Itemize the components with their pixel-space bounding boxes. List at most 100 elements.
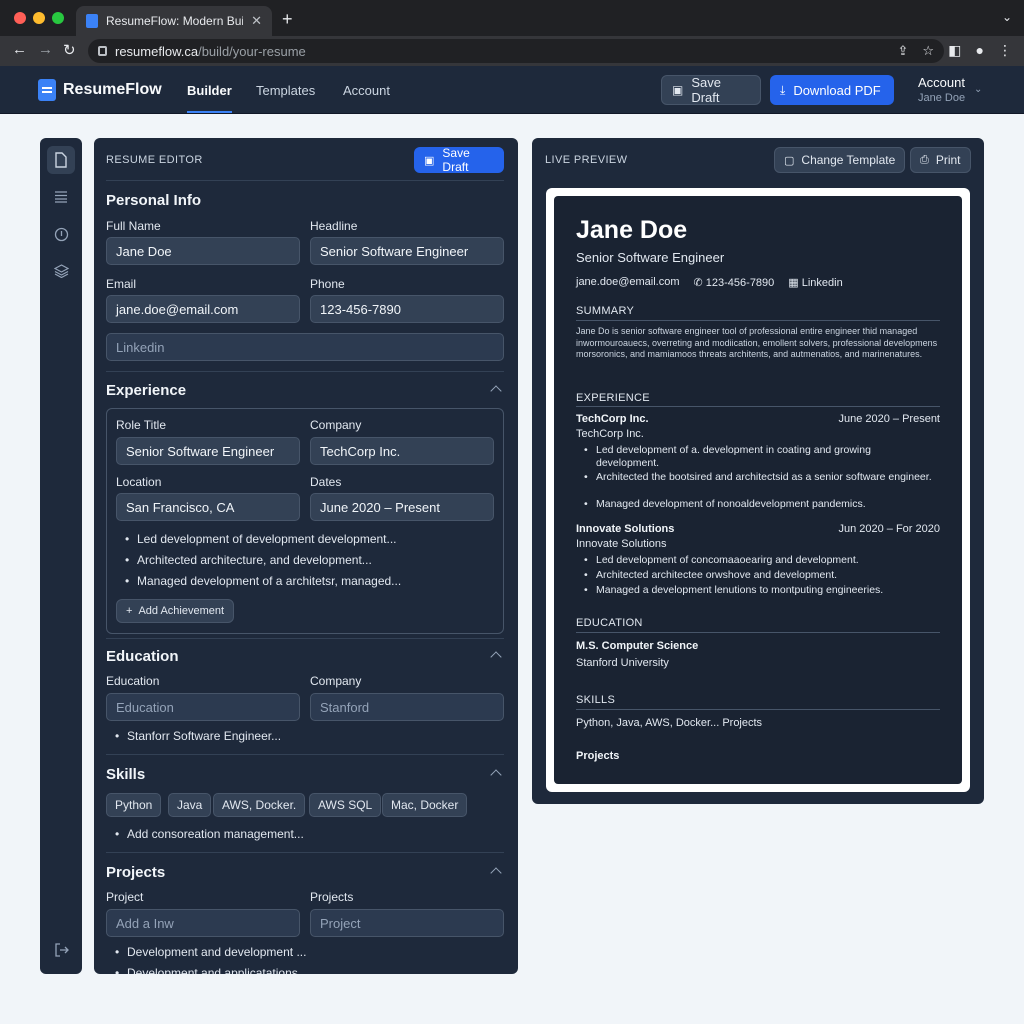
- chevron-up-icon[interactable]: [490, 769, 502, 781]
- resume-headline: Senior Software Engineer: [576, 250, 725, 265]
- tab-title: ResumeFlow: Modern Builder: [106, 14, 244, 28]
- plus-icon: +: [126, 605, 133, 617]
- layers-icon[interactable]: [47, 257, 75, 285]
- print-button[interactable]: ⎙ Print: [910, 147, 971, 173]
- maximize-window-button[interactable]: [52, 12, 64, 24]
- resume-page: Jane Doe Senior Software Engineer jane.d…: [546, 188, 970, 792]
- sidepanel-icon[interactable]: ◧: [948, 42, 961, 59]
- education-company-input[interactable]: Stanford: [310, 693, 504, 721]
- document-icon[interactable]: [47, 146, 75, 174]
- phone-icon: ✆: [693, 277, 706, 289]
- dates-input[interactable]: June 2020 – Present: [310, 493, 494, 521]
- chevron-up-icon[interactable]: [490, 385, 502, 397]
- project-input[interactable]: Add a Inw: [106, 909, 300, 937]
- skills-heading: SKILLS: [576, 694, 616, 706]
- full-name-input[interactable]: Jane Doe: [106, 237, 300, 265]
- projects-bullet[interactable]: Development and development ...: [115, 945, 306, 959]
- role-title-input[interactable]: Senior Software Engineer: [116, 437, 300, 465]
- education-heading: EDUCATION: [576, 617, 643, 629]
- job-subtitle: TechCorp Inc.: [576, 428, 644, 440]
- projects-input[interactable]: Project: [310, 909, 504, 937]
- download-pdf-label: Download PDF: [793, 82, 881, 98]
- headline-input[interactable]: Senior Software Engineer: [310, 237, 504, 265]
- company-label: Company: [310, 418, 362, 432]
- download-icon: ⤓: [780, 82, 786, 97]
- experience-bullet[interactable]: Architected architecture, and developmen…: [125, 553, 372, 567]
- change-template-button[interactable]: ▢ Change Template: [774, 147, 906, 173]
- projects-title: Projects: [106, 864, 166, 881]
- skills-bullet[interactable]: Add consoreation management...: [115, 827, 304, 841]
- projects-bullet[interactable]: Development and applicatations...: [115, 966, 308, 974]
- change-template-label: Change Template: [801, 153, 896, 167]
- resume-name: Jane Doe: [576, 216, 688, 244]
- personal-info-title: Personal Info: [106, 192, 202, 209]
- email-input[interactable]: jane.doe@email.com: [106, 295, 300, 323]
- tab-search-chevron-icon[interactable]: ⌄: [1002, 10, 1012, 24]
- skill-chip[interactable]: AWS, Docker.: [213, 793, 306, 817]
- job-bullet: Architected the bootsired and architects…: [584, 471, 936, 484]
- divider: [106, 852, 504, 853]
- resume-email: jane.doe@email.com: [576, 276, 680, 288]
- resume-skills: Python, Java, AWS, Docker... Projects: [576, 717, 763, 729]
- divider: [576, 632, 940, 633]
- location-label: Location: [116, 475, 162, 489]
- nav-account[interactable]: Account: [343, 83, 390, 98]
- lock-icon: [98, 46, 107, 56]
- address-bar[interactable]: resumeflow.ca /build/your-resume ⇪ ☆: [88, 39, 944, 63]
- summary-heading: SUMMARY: [576, 305, 635, 317]
- account-label: Account: [918, 75, 965, 90]
- experience-title: Experience: [106, 382, 187, 399]
- job-bullet: Led development of concomaaoearirg and d…: [584, 554, 936, 567]
- app-header: ResumeFlow Builder Templates Account ▣ S…: [0, 66, 1024, 114]
- browser-menu-icon[interactable]: ⋮: [998, 42, 1012, 59]
- template-icon: ▢: [784, 154, 795, 167]
- skill-chip[interactable]: Mac, Docker: [382, 793, 468, 817]
- job-bullet: Architected architectee orwshove and dev…: [584, 569, 936, 582]
- browser-tab[interactable]: ResumeFlow: Modern Builder ✕: [76, 6, 272, 36]
- close-tab-icon[interactable]: ✕: [251, 13, 262, 29]
- experience-bullet[interactable]: Managed development of a architetsr, man…: [125, 574, 401, 588]
- back-arrow-icon[interactable]: ←: [12, 41, 27, 58]
- share-icon[interactable]: ⇪: [897, 43, 908, 59]
- editor-title: RESUME EDITOR: [106, 154, 203, 166]
- bookmark-star-icon[interactable]: ☆: [922, 43, 934, 59]
- divider: [576, 320, 940, 321]
- minimize-window-button[interactable]: [33, 12, 45, 24]
- resume-editor-panel: RESUME EDITOR ▣ Save Draft Personal Info…: [94, 138, 518, 974]
- chevron-up-icon[interactable]: [490, 651, 502, 663]
- editor-save-draft-button[interactable]: ▣ Save Draft: [414, 146, 504, 174]
- skill-chip[interactable]: Python: [106, 793, 162, 817]
- dates-label: Dates: [310, 475, 342, 489]
- account-menu[interactable]: Account Jane Doe: [918, 75, 965, 104]
- info-icon[interactable]: [47, 220, 75, 248]
- new-tab-button[interactable]: +: [282, 9, 293, 30]
- education-bullet[interactable]: Stanforr Software Engineer...: [115, 729, 281, 743]
- experience-bullet[interactable]: Led development of development developme…: [125, 532, 396, 546]
- close-window-button[interactable]: [14, 12, 26, 24]
- icon-sidebar: [40, 138, 82, 974]
- list-icon[interactable]: [47, 183, 75, 211]
- chevron-up-icon[interactable]: [490, 867, 502, 879]
- resume-school: Stanford University: [576, 657, 669, 669]
- download-pdf-button[interactable]: ⤓ Download PDF: [770, 75, 894, 105]
- logout-icon[interactable]: [47, 936, 75, 964]
- nav-templates[interactable]: Templates: [256, 83, 315, 98]
- resume-content: Jane Doe Senior Software Engineer jane.d…: [554, 196, 962, 784]
- header-save-draft-button[interactable]: ▣ Save Draft: [661, 75, 761, 105]
- skill-chip[interactable]: AWS SQL: [309, 793, 382, 817]
- education-input[interactable]: Education: [106, 693, 300, 721]
- nav-builder[interactable]: Builder: [187, 83, 232, 113]
- reload-icon[interactable]: ↻: [63, 41, 76, 59]
- headline-label: Headline: [310, 219, 358, 233]
- location-input[interactable]: San Francisco, CA: [116, 493, 300, 521]
- role-title-label: Role Title: [116, 418, 167, 432]
- linkedin-input[interactable]: Linkedin: [106, 333, 504, 361]
- phone-input[interactable]: 123-456-7890: [310, 295, 504, 323]
- add-achievement-button[interactable]: + Add Achievement: [116, 599, 235, 623]
- forward-arrow-icon[interactable]: →: [38, 41, 53, 58]
- skill-chip[interactable]: Java: [168, 793, 212, 817]
- url-path: /build/your-resume: [198, 43, 306, 59]
- chevron-down-icon[interactable]: ⌄: [974, 84, 982, 95]
- company-input[interactable]: TechCorp Inc.: [310, 437, 494, 465]
- profile-icon[interactable]: ●: [976, 42, 984, 59]
